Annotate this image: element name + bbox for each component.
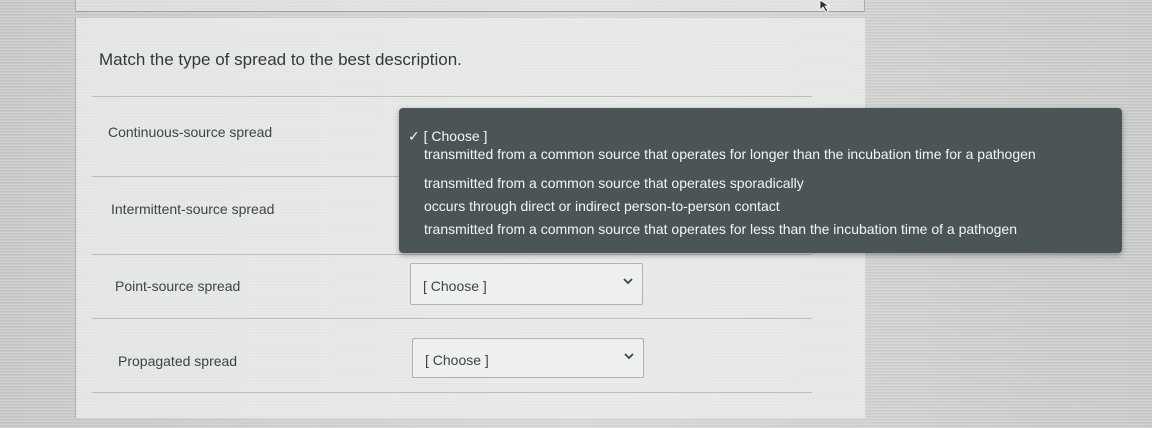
select-value: [ Choose ] <box>423 278 487 294</box>
chevron-down-icon <box>624 353 634 360</box>
select-value: [ Choose ] <box>425 352 489 368</box>
answer-select-point-source[interactable]: [ Choose ] <box>410 263 643 305</box>
previous-question-edge <box>75 0 865 12</box>
answer-select-propagated[interactable]: [ Choose ] <box>412 338 644 378</box>
match-row-label: Propagated spread <box>118 353 238 369</box>
match-row-label: Continuous-source spread <box>108 124 273 140</box>
match-row-label: Point-source spread <box>115 278 241 294</box>
mouse-pointer-icon <box>819 0 831 12</box>
dropdown-option[interactable]: transmitted from a common source that op… <box>424 175 804 191</box>
question-prompt: Match the type of spread to the best des… <box>99 50 462 69</box>
divider <box>92 392 812 393</box>
dropdown-option[interactable]: transmitted from a common source that op… <box>424 146 1036 162</box>
divider <box>92 318 812 319</box>
match-row-label: Intermittent-source spread <box>111 201 275 217</box>
divider <box>92 96 812 97</box>
chevron-down-icon <box>623 278 633 285</box>
dropdown-option[interactable]: transmitted from a common source that op… <box>424 221 1017 237</box>
answer-dropdown-menu: ✓ [ Choose ] transmitted from a common s… <box>399 108 1122 253</box>
dropdown-option[interactable]: occurs through direct or indirect person… <box>424 198 780 214</box>
dropdown-option-selected[interactable]: ✓ [ Choose ] <box>408 128 487 145</box>
divider <box>92 254 812 255</box>
